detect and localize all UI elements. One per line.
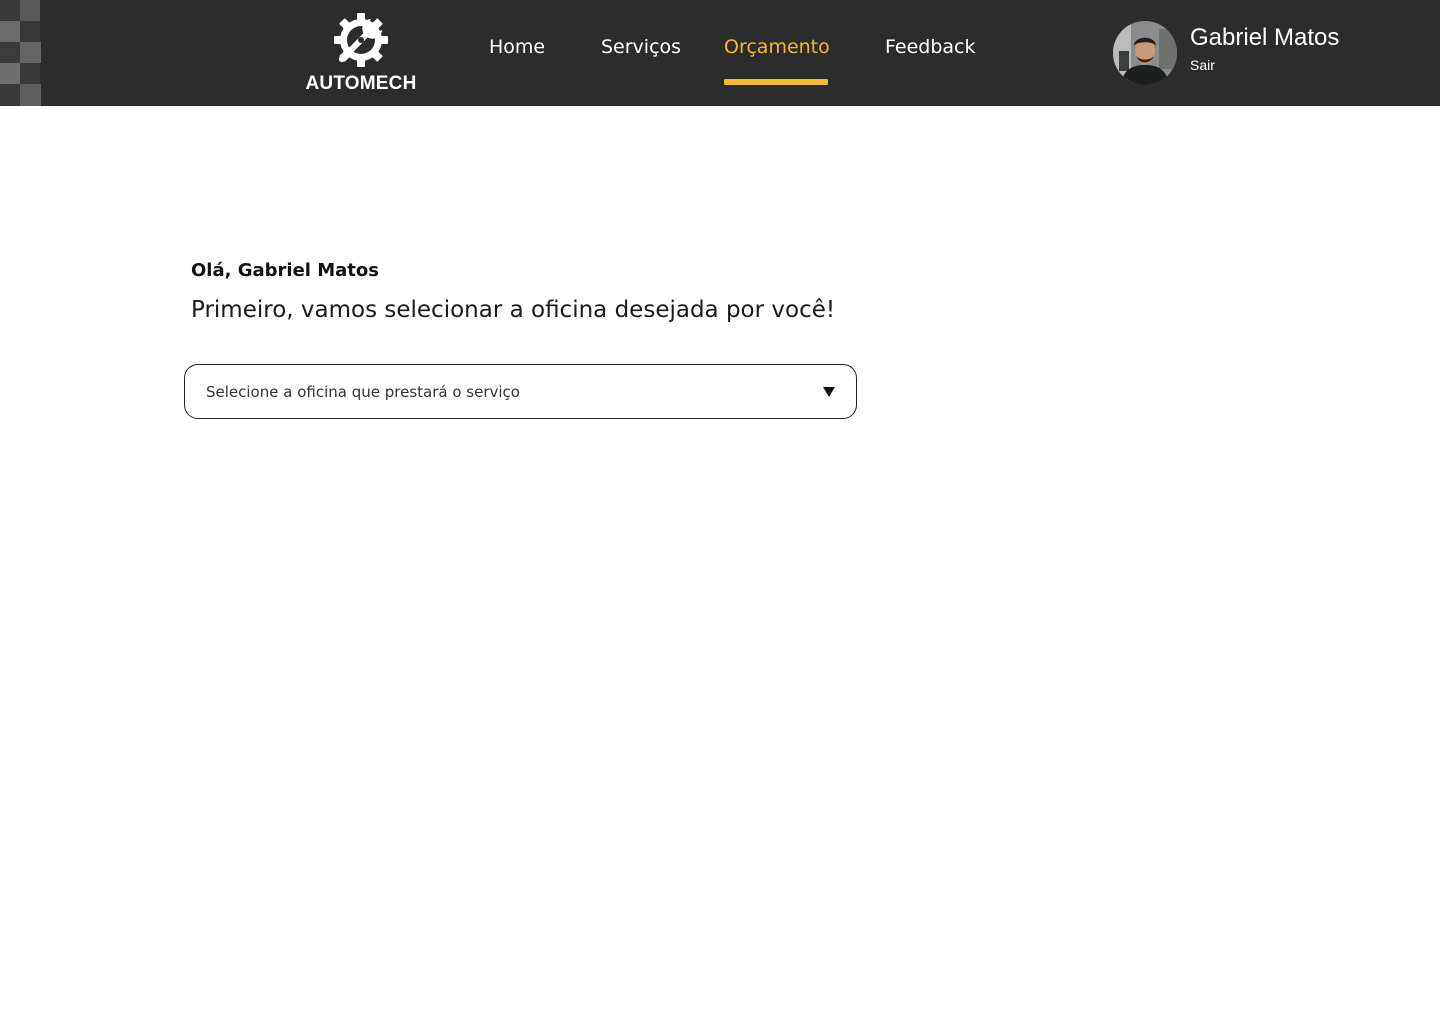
logout-link[interactable]: Sair	[1190, 57, 1215, 73]
active-nav-indicator	[724, 79, 828, 85]
nav-item-orcamento[interactable]: Orçamento	[724, 36, 830, 58]
gear-wrench-icon	[334, 13, 388, 67]
page-subtitle: Primeiro, vamos selecionar a oficina des…	[191, 297, 836, 323]
user-photo-icon	[1113, 21, 1177, 85]
nav-item-feedback[interactable]: Feedback	[885, 36, 975, 58]
brand-logo[interactable]: AUTOMECH	[300, 10, 422, 96]
workshop-select[interactable]: Selecione a oficina que prestará o servi…	[184, 364, 857, 419]
user-name: Gabriel Matos	[1190, 24, 1340, 51]
top-navbar: AUTOMECH Home Serviços Orçamento Feedbac…	[0, 0, 1440, 106]
nav-item-home[interactable]: Home	[489, 36, 545, 58]
workshop-select-placeholder: Selecione a oficina que prestará o servi…	[206, 383, 520, 401]
brand-name: AUTOMECH	[305, 73, 417, 94]
checker-pattern-decoration	[0, 0, 41, 106]
nav-item-servicos[interactable]: Serviços	[601, 36, 681, 58]
user-avatar[interactable]	[1113, 21, 1177, 85]
triangle-down-icon	[823, 387, 835, 397]
greeting-text: Olá, Gabriel Matos	[191, 260, 379, 281]
